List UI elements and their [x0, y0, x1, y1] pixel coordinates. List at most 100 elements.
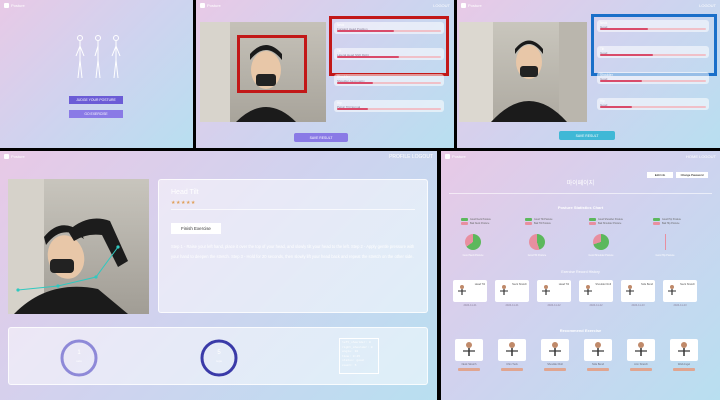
separator: [193, 0, 196, 148]
history-date: 2024-11-21: [463, 304, 477, 307]
metric-progress-bar: [600, 54, 706, 56]
recommend-item[interactable]: Arm Stretch: [625, 339, 657, 373]
pie-chart: [665, 234, 666, 250]
save-result-button[interactable]: SAVE RESULT: [559, 131, 615, 140]
exercise-pose-icon: [458, 285, 466, 295]
divider: [449, 193, 712, 194]
stats-chart-title: Posture Statistics Chart: [557, 205, 604, 210]
metric-progress-bar: [337, 30, 441, 32]
app-logo-icon: [461, 3, 466, 9]
page-title: 마이페이지: [566, 180, 595, 187]
history-label: Neck Stretch: [512, 283, 527, 286]
pie-caption: Good Shoulder Posture: [588, 254, 614, 257]
exercise-pose-icon: [626, 285, 634, 295]
start-exercise-button[interactable]: [630, 368, 652, 371]
exercise-stats-card: 1 sets 5 reps left_shoulder: 0 right_shou…: [8, 327, 428, 385]
judge-posture-button[interactable]: JUDGE YOUR POSTURE: [69, 96, 123, 104]
separator: [454, 0, 457, 148]
face-detection-box: [237, 35, 307, 93]
history-item[interactable]: Side Bend 2024-11-23: [621, 280, 655, 307]
pie-legend: Good Tilt Posture Bad Tilt Posture: [525, 218, 552, 226]
start-exercise-button[interactable]: [458, 368, 480, 371]
exercise-instructions: Step 1 - Raise your left hand, place it …: [171, 244, 415, 259]
exercise-title: Head Tilt: [171, 189, 199, 196]
header-nav[interactable]: PROFILE LOGOUT: [389, 154, 433, 160]
recommend-label: Side Bend: [592, 363, 604, 366]
pie-chart: [465, 234, 481, 250]
start-exercise-button[interactable]: [544, 368, 566, 371]
sets-counter-value: 1: [77, 350, 81, 356]
app-logo-text: Posture: [468, 3, 482, 8]
info-line: count: 5: [342, 363, 357, 367]
history-label: Side Bend: [641, 283, 653, 286]
history-date: 2024-11-21: [505, 304, 519, 307]
start-exercise-button[interactable]: [587, 368, 609, 371]
metric-progress-fill: [600, 28, 648, 30]
webcam-feed: [459, 22, 587, 122]
figure-front-icon: [75, 35, 121, 79]
exercise-figure-icon: [463, 342, 475, 356]
exercise-image: [627, 339, 655, 361]
change-password-button[interactable]: Change Password: [676, 172, 708, 178]
metric-hip: Hip Good: [597, 98, 709, 110]
finish-exercise-button[interactable]: Finish Exercise: [171, 223, 221, 234]
person-image: [459, 22, 587, 122]
app-header: Posture: [445, 154, 466, 160]
history-date: 2024-11-22: [589, 304, 603, 307]
metric-shoulder: Shoulder Good: [597, 72, 709, 84]
history-item[interactable]: Shoulder Roll 2024-11-22: [579, 280, 613, 307]
metric-neck: Neck Good: [597, 20, 709, 32]
divider: [171, 209, 415, 210]
reps-counter-value: 5: [217, 350, 221, 356]
metric-progress-bar: [337, 108, 441, 110]
metric-progress-bar: [600, 28, 706, 30]
pie-chart: [593, 234, 609, 250]
start-exercise-button[interactable]: [501, 368, 523, 371]
sets-counter-label: sets: [76, 359, 82, 363]
exercise-pose-icon: [500, 285, 508, 295]
save-result-button[interactable]: SAVE RESULT: [294, 133, 348, 142]
go-exercise-button[interactable]: GO EXERCISE: [69, 110, 123, 118]
exercise-figure-icon: [506, 342, 518, 356]
recommend-item[interactable]: Side Bend: [582, 339, 614, 373]
exercise-image: [670, 339, 698, 361]
legend-entry: Bad Neck Posture: [461, 222, 491, 226]
legend-swatch: [653, 218, 660, 221]
history-date: 2024-11-23: [631, 304, 645, 307]
exercise-pose-icon: [542, 285, 550, 295]
metric-progress-bar: [600, 80, 706, 82]
recommend-item[interactable]: Neck Stretch: [453, 339, 485, 373]
legend-swatch: [525, 218, 532, 221]
legend-text: Good Neck Posture: [470, 218, 491, 221]
recommend-item[interactable]: Shoulder Roll: [539, 339, 571, 373]
edit-info-button[interactable]: Edit Info: [647, 172, 673, 178]
panel-posture-result: Posture LOGOUT SAVE RESULT Neck Good Tilt G…: [457, 0, 720, 148]
history-item[interactable]: Head Tilt 2024-11-22: [537, 280, 571, 307]
angle-info-box: left_shoulder: 0 right_shoulder: 0 angle: …: [339, 338, 379, 374]
header-nav[interactable]: HOME LOGOUT: [686, 154, 716, 159]
legend-text: Bad Tilt Posture: [534, 222, 551, 225]
logout-link[interactable]: LOGOUT: [433, 3, 450, 8]
exercise-pose-icon: [668, 285, 676, 295]
legend-text: Bad Shoulder Posture: [598, 222, 622, 225]
metric-tilt: Tilt Good: [597, 46, 709, 58]
history-item[interactable]: Neck Stretch 2024-11-21: [495, 280, 529, 307]
person-exercise-image: [8, 179, 128, 314]
legend-swatch: [589, 218, 596, 221]
logout-link[interactable]: LOGOUT: [699, 3, 716, 8]
exercise-figure-icon: [635, 342, 647, 356]
history-label: Shoulder Roll: [595, 283, 611, 286]
metric-progress-fill: [337, 30, 395, 32]
legend-swatch: [461, 222, 468, 225]
recommend-item[interactable]: Chin Tuck: [496, 339, 528, 373]
app-logo-icon: [4, 154, 9, 160]
metric-progress-fill: [337, 108, 369, 110]
legend-entry: Bad Tilt Posture: [525, 222, 552, 226]
app-logo-text: Posture: [11, 3, 25, 8]
metric-progress-fill: [600, 106, 632, 108]
history-item[interactable]: Head Tilt 2024-11-21: [453, 280, 487, 307]
start-exercise-button[interactable]: [673, 368, 695, 371]
metric-progress-bar: [337, 82, 441, 84]
recommend-item[interactable]: Wall Angel: [668, 339, 700, 373]
history-item[interactable]: Neck Stretch 2024-11-23: [663, 280, 697, 307]
